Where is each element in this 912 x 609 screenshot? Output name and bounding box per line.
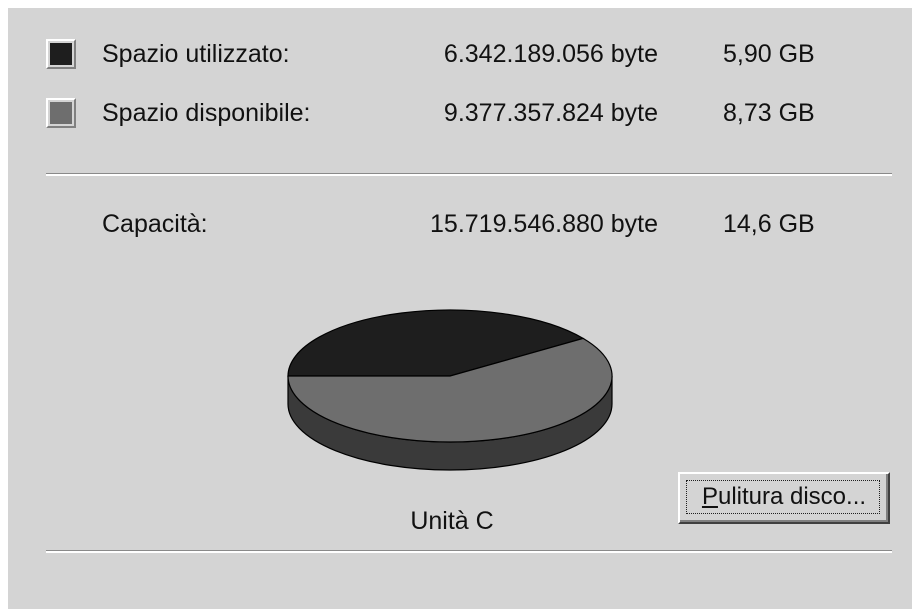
free-space-gb: 8,73 GB	[723, 99, 815, 127]
used-space-color	[50, 43, 72, 65]
disk-properties-panel: Spazio utilizzato: 6.342.189.056 byte 5,…	[8, 8, 912, 609]
free-space-label: Spazio disponibile:	[102, 99, 311, 127]
disk-cleanup-button[interactable]: Pulitura disco...	[678, 472, 890, 524]
drive-label: Unità C	[410, 507, 494, 535]
disk-cleanup-button-label: Pulitura disco...	[680, 483, 888, 511]
free-space-color	[50, 102, 72, 124]
disk-usage-pie-chart	[287, 309, 613, 471]
capacity-row: Capacità: 15.719.546.880 byte 14,6 GB	[8, 206, 912, 246]
free-space-row: Spazio disponibile: 9.377.357.824 byte 8…	[8, 95, 912, 135]
used-space-gb: 5,90 GB	[723, 40, 815, 68]
capacity-label: Capacità:	[102, 210, 208, 238]
capacity-bytes: 15.719.546.880 byte	[430, 210, 658, 238]
free-space-bytes: 9.377.357.824 byte	[443, 99, 658, 127]
used-space-label: Spazio utilizzato:	[102, 40, 290, 68]
separator-top	[46, 173, 892, 176]
used-space-bytes: 6.342.189.056 byte	[443, 40, 658, 68]
disk-cleanup-button-text: ulitura disco...	[717, 483, 867, 510]
free-space-swatch	[46, 98, 76, 128]
used-space-swatch	[46, 39, 76, 69]
separator-bottom	[46, 550, 892, 553]
mnemonic-letter: P	[701, 483, 718, 510]
capacity-gb: 14,6 GB	[723, 210, 815, 238]
used-space-row: Spazio utilizzato: 6.342.189.056 byte 5,…	[8, 36, 912, 76]
